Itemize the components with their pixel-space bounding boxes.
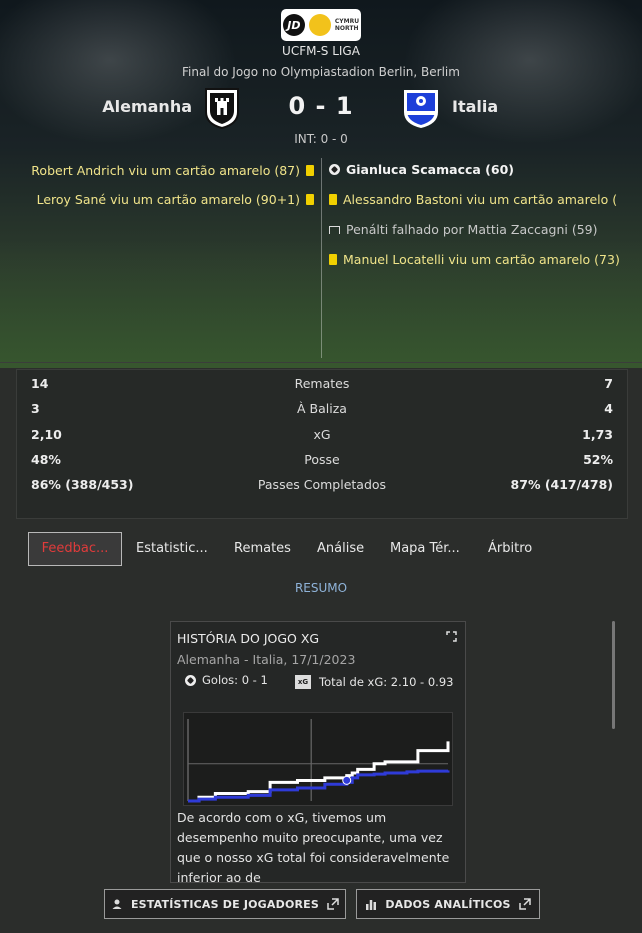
stat-label: Posse [304, 452, 340, 467]
final-score: 0 - 1 [288, 92, 354, 120]
external-link-icon [327, 898, 339, 910]
header-divider [0, 362, 642, 363]
card-subtitle: Alemanha - Italia, 17/1/2023 [177, 652, 356, 667]
goal-ball-icon [329, 164, 340, 175]
stat-row: 3 À Baliza 4 [17, 401, 627, 423]
stat-row: 86% (388/453) Passes Completados 87% (41… [17, 477, 627, 499]
analytics-button[interactable]: DADOS ANALÍTICOS [356, 889, 540, 919]
away-team-crest-icon[interactable] [402, 86, 440, 130]
event-text: Manuel Locatelli viu um cartão amarelo (… [343, 252, 620, 267]
away-team-name[interactable]: Italia [452, 97, 498, 116]
logo-wordmark: CYMRU NORTH [334, 18, 360, 32]
goal-ball-icon [185, 674, 196, 686]
yellow-card-icon [306, 194, 314, 205]
stat-away-value: 52% [583, 452, 613, 467]
event-item: Gianluca Scamacca (60) [329, 162, 514, 177]
stat-away-value: 87% (417/478) [510, 477, 613, 492]
match-stats-panel: 14 Remates 7 3 À Baliza 4 2,10 xG 1,73 4… [16, 369, 628, 519]
tab-statistics[interactable]: Estatistic... [136, 532, 208, 566]
yellow-card-icon [306, 165, 314, 176]
person-icon [112, 899, 122, 909]
stat-row: 48% Posse 52% [17, 452, 627, 474]
event-item: Manuel Locatelli viu um cartão amarelo (… [329, 252, 620, 267]
tab-referee[interactable]: Árbitro [488, 532, 532, 566]
stat-away-value: 1,73 [582, 427, 613, 442]
external-link-icon [518, 898, 531, 910]
analytics-label: DADOS ANALÍTICOS [385, 897, 511, 911]
league-name: UCFM-S LIGA [282, 44, 360, 58]
goals-text: Golos: 0 - 1 [202, 673, 268, 687]
scrollbar[interactable] [612, 621, 615, 729]
yellow-card-icon [329, 254, 337, 265]
event-item: Penálti falhado por Mattia Zaccagni (59) [329, 222, 598, 237]
tab-heat-map[interactable]: Mapa Tér... [390, 532, 460, 566]
event-text: Gianluca Scamacca (60) [346, 162, 514, 177]
stat-label: Remates [294, 376, 350, 391]
player-stats-button[interactable]: ESTATÍSTICAS DE JOGADORES [104, 889, 346, 919]
stat-row: 2,10 xG 1,73 [17, 427, 627, 449]
event-text: Penálti falhado por Mattia Zaccagni (59) [346, 222, 598, 237]
half-time-score: INT: 0 - 0 [294, 132, 348, 146]
goal-marker [342, 775, 352, 785]
bar-chart-icon [366, 900, 377, 910]
event-text: Robert Andrich viu um cartão amarelo (87… [31, 163, 300, 178]
goals-summary: Golos: 0 - 1 [185, 673, 268, 687]
card-title: HISTÓRIA DO JOGO XG [177, 631, 320, 646]
event-item: Alessandro Bastoni viu um cartão amarelo… [329, 192, 617, 207]
jd-logo: JD [282, 14, 305, 36]
xg-timeline-chart [183, 712, 453, 806]
analysis-tabs: Feedbac... Estatistic... Remates Análise… [28, 532, 628, 566]
missed-penalty-icon [329, 225, 340, 234]
stat-away-value: 4 [604, 401, 613, 416]
xg-icon: xG [295, 675, 311, 689]
event-text: Leroy Sané viu um cartão amarelo (90+1) [36, 192, 300, 207]
stat-label: À Baliza [297, 401, 347, 416]
xg-total-summary: xG Total de xG: 2.10 - 0.93 [295, 673, 455, 692]
expand-icon[interactable] [446, 631, 457, 642]
venue-text: Final do Jogo no Olympiastadion Berlin, … [182, 65, 460, 79]
stat-label: xG [313, 427, 331, 442]
section-label: RESUMO [294, 581, 348, 595]
stat-away-value: 7 [604, 376, 613, 391]
card-description: De acordo com o xG, tivemos um desempenh… [177, 810, 450, 883]
away-xg-series-line [188, 769, 450, 803]
tab-feedback[interactable]: Feedbac... [28, 532, 122, 566]
player-stats-label: ESTATÍSTICAS DE JOGADORES [130, 897, 320, 911]
stat-row: 14 Remates 7 [17, 376, 627, 398]
xg-total-text: Total de xG: 2.10 - 0.93 [319, 675, 454, 689]
event-text: Alessandro Bastoni viu um cartão amarelo… [343, 192, 618, 207]
yellow-card-icon [329, 194, 337, 205]
xg-story-card: HISTÓRIA DO JOGO XG Alemanha - Italia, 1… [170, 621, 466, 883]
events-divider [321, 158, 322, 358]
tab-shots[interactable]: Remates [234, 532, 291, 566]
event-item: Robert Andrich viu um cartão amarelo (87… [31, 163, 314, 178]
tab-analysis[interactable]: Análise [317, 532, 364, 566]
sun-logo-icon [308, 14, 331, 36]
event-item: Leroy Sané viu um cartão amarelo (90+1) [37, 192, 314, 207]
league-logo: JD CYMRU NORTH [281, 9, 361, 41]
